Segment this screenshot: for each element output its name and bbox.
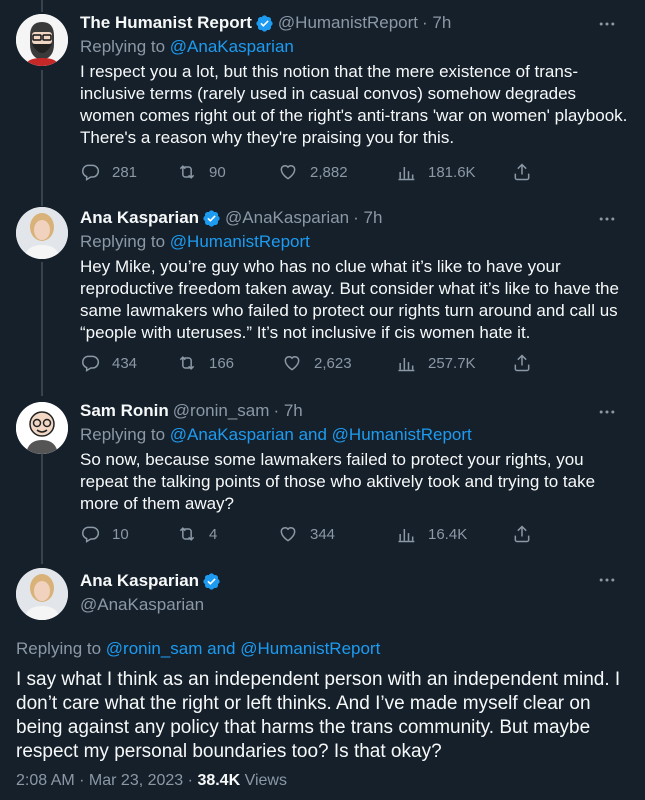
main-tweet[interactable]: Ana Kasparian @AnaKasparian Replying to … [0,560,645,800]
reply-button[interactable]: 434 [80,353,137,373]
views-button[interactable]: 181.6K [396,162,476,182]
author-name[interactable]: Ana Kasparian [80,570,199,592]
replying-to: Replying to @ronin_sam and @HumanistRepo… [16,639,381,658]
retweet-button[interactable]: 166 [177,353,234,373]
share-button[interactable] [512,353,544,373]
author-handle[interactable]: @ronin_sam [173,400,270,422]
replying-to: Replying to @AnaKasparian and @HumanistR… [80,425,472,444]
tweet-time[interactable]: · 7h [353,207,382,229]
avatar[interactable] [16,14,68,66]
views-button[interactable]: 257.7K [396,353,476,373]
tweet-sam-ronin[interactable]: Sam Ronin @ronin_sam · 7h Replying to @A… [0,390,645,560]
views-icon [398,167,415,181]
reply-count: 281 [112,163,138,181]
reply-to-link[interactable]: @ronin_sam and @HumanistReport [106,639,381,658]
replying-to: Replying to @HumanistReport [80,232,310,251]
views-icon [398,529,415,543]
reply-button[interactable]: 281 [80,162,137,182]
main-tweet-text: I say what I think as an independent per… [16,669,621,762]
retweet-count: 4 [209,525,218,543]
tweet-meta: 2:08 AM · Mar 23, 2023 · 38.4K Views [16,772,287,790]
tweet-time[interactable]: · 7h [422,12,451,34]
views-button[interactable]: 16.4K [396,524,467,544]
author-name[interactable]: The Humanist Report [80,12,252,34]
verified-badge-icon [256,14,273,32]
share-button[interactable] [512,524,544,544]
share-icon [514,163,530,181]
avatar[interactable] [16,402,68,454]
views-label: Views [244,772,287,789]
author-name[interactable]: Sam Ronin [80,400,169,422]
like-button[interactable]: 2,623 [282,353,352,373]
avatar[interactable] [16,207,68,259]
views-count: 38.4K [197,772,241,789]
verified-badge-icon [203,572,220,590]
replying-to: Replying to @AnaKasparian [80,37,294,56]
share-button[interactable] [512,162,544,182]
more-icon[interactable] [597,402,617,422]
share-icon [514,525,530,543]
profile-photo-icon [16,207,68,259]
more-icon[interactable] [597,570,617,590]
reply-icon [82,164,100,181]
author-handle[interactable]: @HumanistReport [278,12,418,34]
author-name[interactable]: Ana Kasparian [80,207,199,229]
tweet-time[interactable]: · 7h [273,400,302,422]
tweet-text: I respect you a lot, but this notion tha… [80,62,628,147]
reply-to-link[interactable]: @AnaKasparian [170,37,294,56]
like-icon [280,527,296,542]
author-handle[interactable]: @AnaKasparian [80,594,204,616]
more-icon[interactable] [597,209,617,229]
retweet-icon [179,527,195,541]
like-button[interactable]: 344 [278,524,335,544]
more-icon[interactable] [597,14,617,34]
avatar[interactable] [16,568,68,620]
share-icon [514,354,530,372]
like-button[interactable]: 2,882 [278,162,348,182]
like-count: 2,882 [310,163,348,181]
views-icon [398,358,415,372]
action-bar: 434 166 2,623 257.7K [80,351,629,375]
reply-to-link[interactable]: @AnaKasparian and @HumanistReport [170,425,472,444]
like-count: 344 [310,525,336,543]
view-count: 257.7K [428,354,476,372]
retweet-count: 90 [209,163,226,181]
reply-to-link[interactable]: @HumanistReport [170,232,310,251]
reply-count: 10 [112,525,129,543]
retweet-button[interactable]: 4 [177,524,217,544]
reply-button[interactable]: 10 [80,524,129,544]
reply-icon [82,355,100,372]
author-handle[interactable]: @AnaKasparian [225,207,349,229]
retweet-icon [179,165,195,179]
verified-badge-icon [203,209,220,227]
like-count: 2,623 [314,354,352,372]
view-count: 181.6K [428,163,476,181]
tweet-text: So now, because some lawmakers failed to… [80,450,596,513]
tweet-ana-kasparian-reply[interactable]: Ana Kasparian @AnaKasparian · 7h Replyin… [0,195,645,390]
view-count: 16.4K [428,525,468,543]
tweet-text: Hey Mike, you’re guy who has no clue wha… [80,257,619,342]
retweet-icon [179,356,195,370]
cartoon-face-avatar-icon [16,14,68,66]
tweet-thread: The Humanist Report @HumanistReport · 7h… [0,0,645,800]
cartoon-avatar-icon [16,402,68,454]
tweet-humanist-report[interactable]: The Humanist Report @HumanistReport · 7h… [0,0,645,195]
retweet-button[interactable]: 90 [177,162,226,182]
timestamp[interactable]: 2:08 AM · Mar 23, 2023 · [16,772,193,789]
action-bar: 10 4 344 16.4K [80,522,629,546]
like-icon [280,165,296,180]
profile-photo-icon [16,568,68,620]
action-bar: 281 90 2,882 181.6K [80,160,629,184]
like-icon [284,356,300,371]
reply-icon [82,526,100,543]
retweet-count: 166 [209,354,235,372]
reply-count: 434 [112,354,138,372]
